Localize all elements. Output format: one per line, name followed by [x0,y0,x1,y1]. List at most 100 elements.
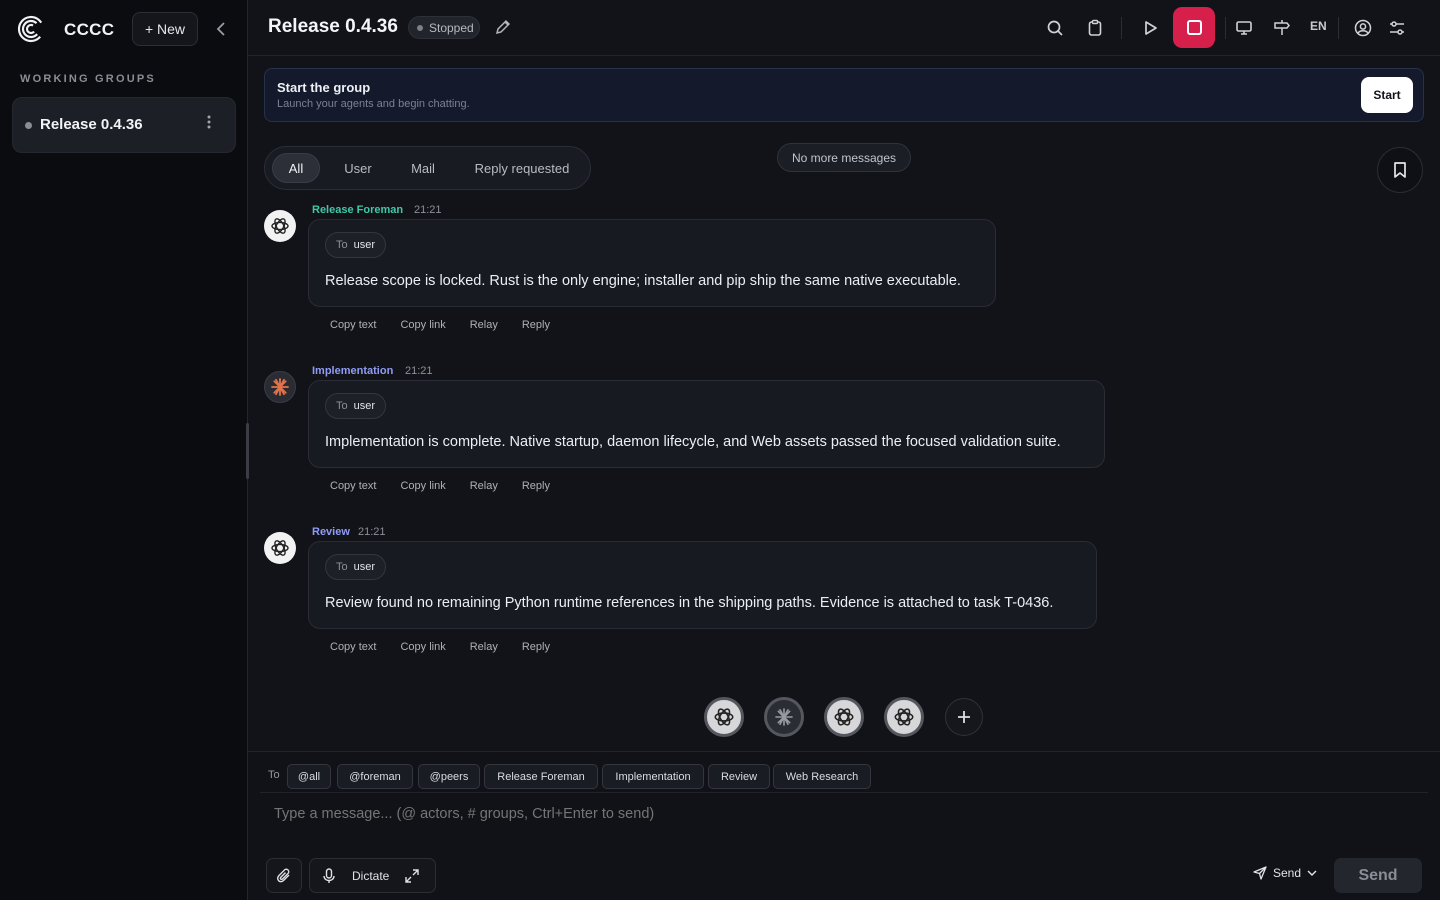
microphone-icon [323,867,335,883]
relay-action[interactable]: Relay [470,480,498,492]
message-item: Implementation 21:21 To user Implementati… [264,365,1114,505]
account-icon[interactable] [1352,17,1374,39]
recipient-chip-review[interactable]: Review [708,764,770,789]
collapse-sidebar-icon[interactable] [212,18,230,40]
send-mode-select[interactable]: Send [1253,866,1317,880]
message-text: Review found no remaining Python runtime… [325,595,1054,611]
relay-action[interactable]: Relay [470,319,498,331]
copy-link-action[interactable]: Copy link [400,641,445,653]
language-switch[interactable]: EN [1310,19,1327,33]
attach-button[interactable] [266,858,302,893]
copy-link-action[interactable]: Copy link [400,319,445,331]
start-group-banner: Start the group Launch your agents and b… [264,68,1424,122]
reply-action[interactable]: Reply [522,319,550,331]
message-filter-tabs: All User Mail Reply requested [264,146,591,190]
toolbar-divider [1338,17,1339,39]
play-icon[interactable] [1139,17,1161,39]
dictate-label: Dictate [352,868,390,883]
sidebar-resize-handle[interactable] [246,423,249,479]
sidebar: CCCC + New WORKING GROUPS Release 0.4.36 [0,0,248,900]
header: Release 0.4.36 Stopped EN [248,0,1440,56]
stop-button[interactable] [1173,7,1215,48]
pencil-icon[interactable] [494,18,512,36]
expand-icon[interactable] [405,868,420,883]
signpost-icon[interactable] [1271,17,1293,39]
recipient-chip: To user [325,554,387,580]
message-sender[interactable]: Review [312,526,350,538]
toolbar-divider [1121,17,1122,39]
tab-user[interactable]: User [333,153,383,183]
send-button[interactable]: Send [1334,858,1422,893]
message-item: Release Foreman 21:21 To user Release sco… [264,204,1004,344]
composer-divider [260,792,1428,793]
openai-icon [834,708,854,726]
message-time: 21:21 [405,365,433,377]
send-plane-icon [1253,866,1267,880]
bookmark-button[interactable] [1377,147,1423,193]
message-bubble: To user Implementation is complete. Nativ… [308,380,1105,468]
bookmark-icon [1394,162,1406,178]
message-bubble: To user Release scope is locked. Rust is … [308,219,996,307]
actor-avatar-review[interactable] [824,697,864,737]
message-time: 21:21 [414,204,442,216]
settings-sliders-icon[interactable] [1386,17,1408,39]
recipient-chip-foreman[interactable]: @foreman [337,764,413,789]
more-vertical-icon[interactable] [203,113,215,137]
chevron-down-icon [1307,870,1317,876]
recipient-chip-implementation[interactable]: Implementation [602,764,704,789]
status-text: Stopped [429,20,474,35]
no-more-messages-notice: No more messages [777,143,911,172]
message-actions: Copy text Copy link Relay Reply [330,319,550,331]
reply-action[interactable]: Reply [522,641,550,653]
tab-all[interactable]: All [272,153,320,183]
composer: To @all @foreman @peers Release Foreman … [248,751,1440,900]
recipient-chip-all[interactable]: @all [287,764,331,789]
dictate-button[interactable]: Dictate [309,858,436,893]
message-actions: Copy text Copy link Relay Reply [330,480,550,492]
message-actions: Copy text Copy link Relay Reply [330,641,550,653]
tab-reply-requested[interactable]: Reply requested [464,153,580,183]
recipient-chip-peers[interactable]: @peers [418,764,480,789]
copy-text-action[interactable]: Copy text [330,641,376,653]
recipient-chip: To user [325,393,387,419]
recipients-label: To [268,769,280,781]
message-item: Review 21:21 To user Review found no rema… [264,526,1104,666]
status-badge: Stopped [408,16,480,39]
toolbar-divider [1225,17,1226,39]
start-button[interactable]: Start [1361,77,1413,113]
actor-avatar-foreman[interactable] [704,697,744,737]
new-group-button[interactable]: + New [132,12,198,46]
search-icon[interactable] [1044,17,1066,39]
message-sender[interactable]: Release Foreman [312,204,403,216]
copy-link-action[interactable]: Copy link [400,480,445,492]
message-time: 21:21 [358,526,386,538]
message-sender[interactable]: Implementation [312,365,393,377]
stop-icon [1186,20,1202,35]
message-text: Release scope is locked. Rust is the onl… [325,273,961,289]
sidebar-item-group[interactable]: Release 0.4.36 [12,97,236,153]
recipient-chip-web-research[interactable]: Web Research [773,764,871,789]
clipboard-icon[interactable] [1084,17,1106,39]
copy-text-action[interactable]: Copy text [330,319,376,331]
to-prefix: To [336,561,348,573]
recipient-chip-release-foreman[interactable]: Release Foreman [484,764,598,789]
message-text: Implementation is complete. Native start… [325,434,1061,450]
actor-avatar-web-research[interactable] [884,697,924,737]
plus-icon [958,711,970,723]
tab-mail[interactable]: Mail [399,153,447,183]
banner-subtitle: Launch your agents and begin chatting. [277,98,470,110]
message-input[interactable] [274,806,1374,822]
to-value: user [353,561,376,573]
monitor-icon[interactable] [1233,17,1255,39]
message-bubble: To user Review found no remaining Python … [308,541,1097,629]
group-name: Release 0.4.36 [40,116,143,133]
reply-action[interactable]: Reply [522,480,550,492]
relay-action[interactable]: Relay [470,641,498,653]
send-mode-label: Send [1273,866,1302,880]
openai-icon [264,532,296,564]
page-title: Release 0.4.36 [268,16,398,37]
actor-avatar-implementation[interactable] [764,697,804,737]
add-actor-button[interactable] [945,698,983,736]
copy-text-action[interactable]: Copy text [330,480,376,492]
to-prefix: To [336,239,348,251]
